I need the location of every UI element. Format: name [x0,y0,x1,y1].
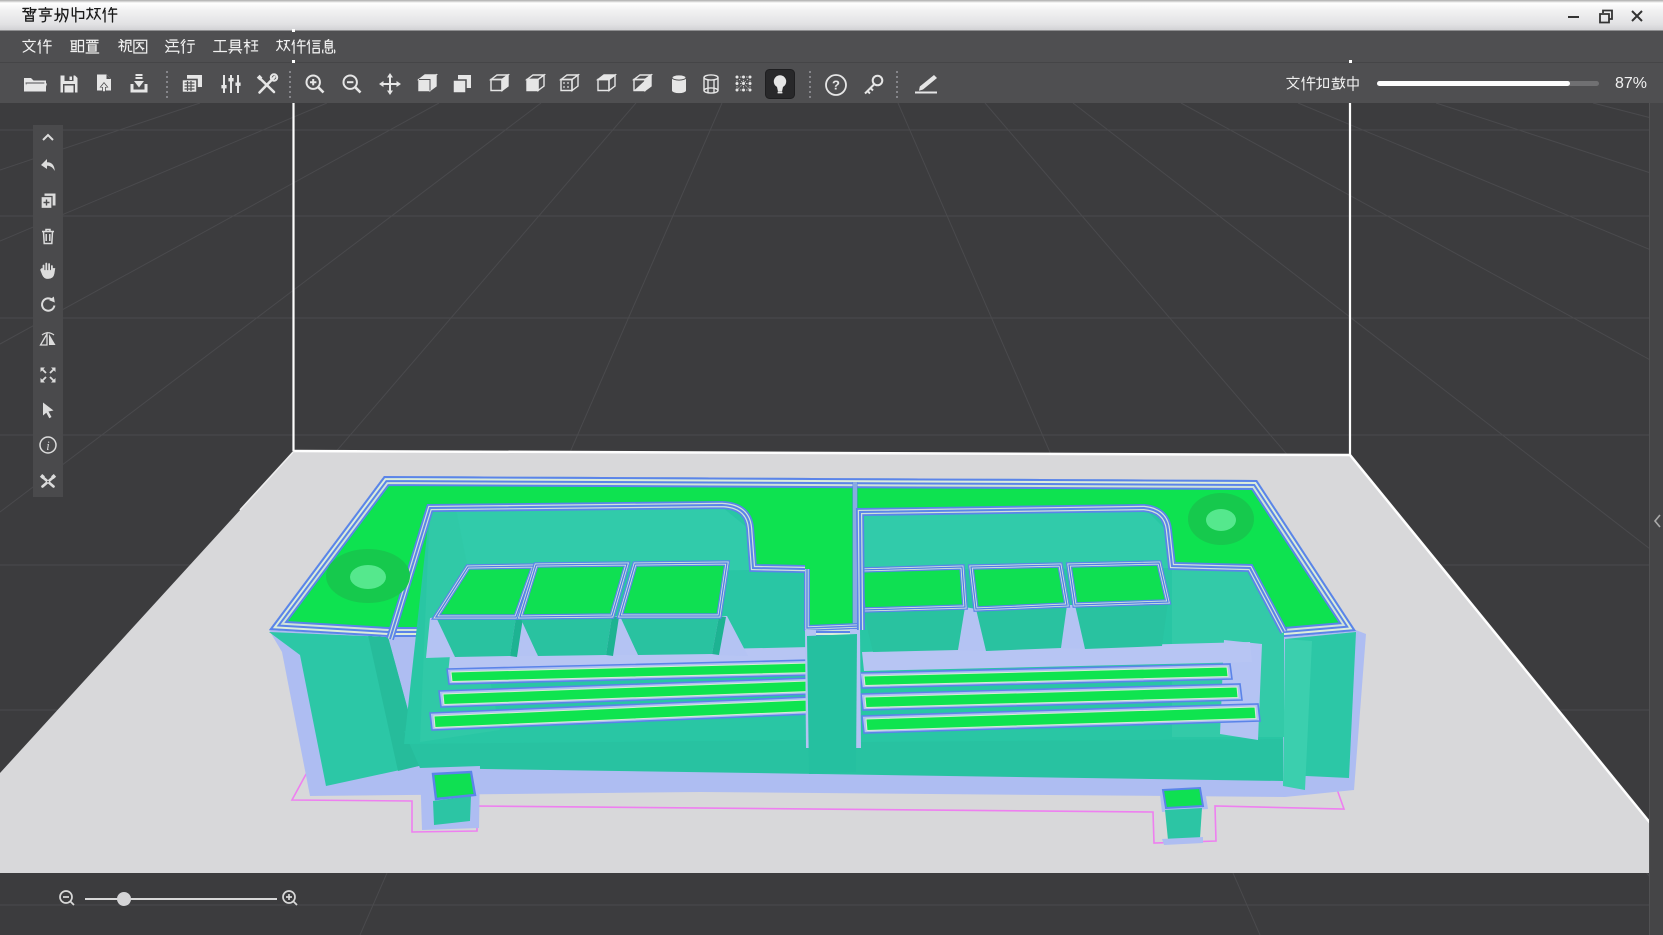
svg-text:?: ? [832,78,840,93]
svg-text:i: i [46,439,50,453]
